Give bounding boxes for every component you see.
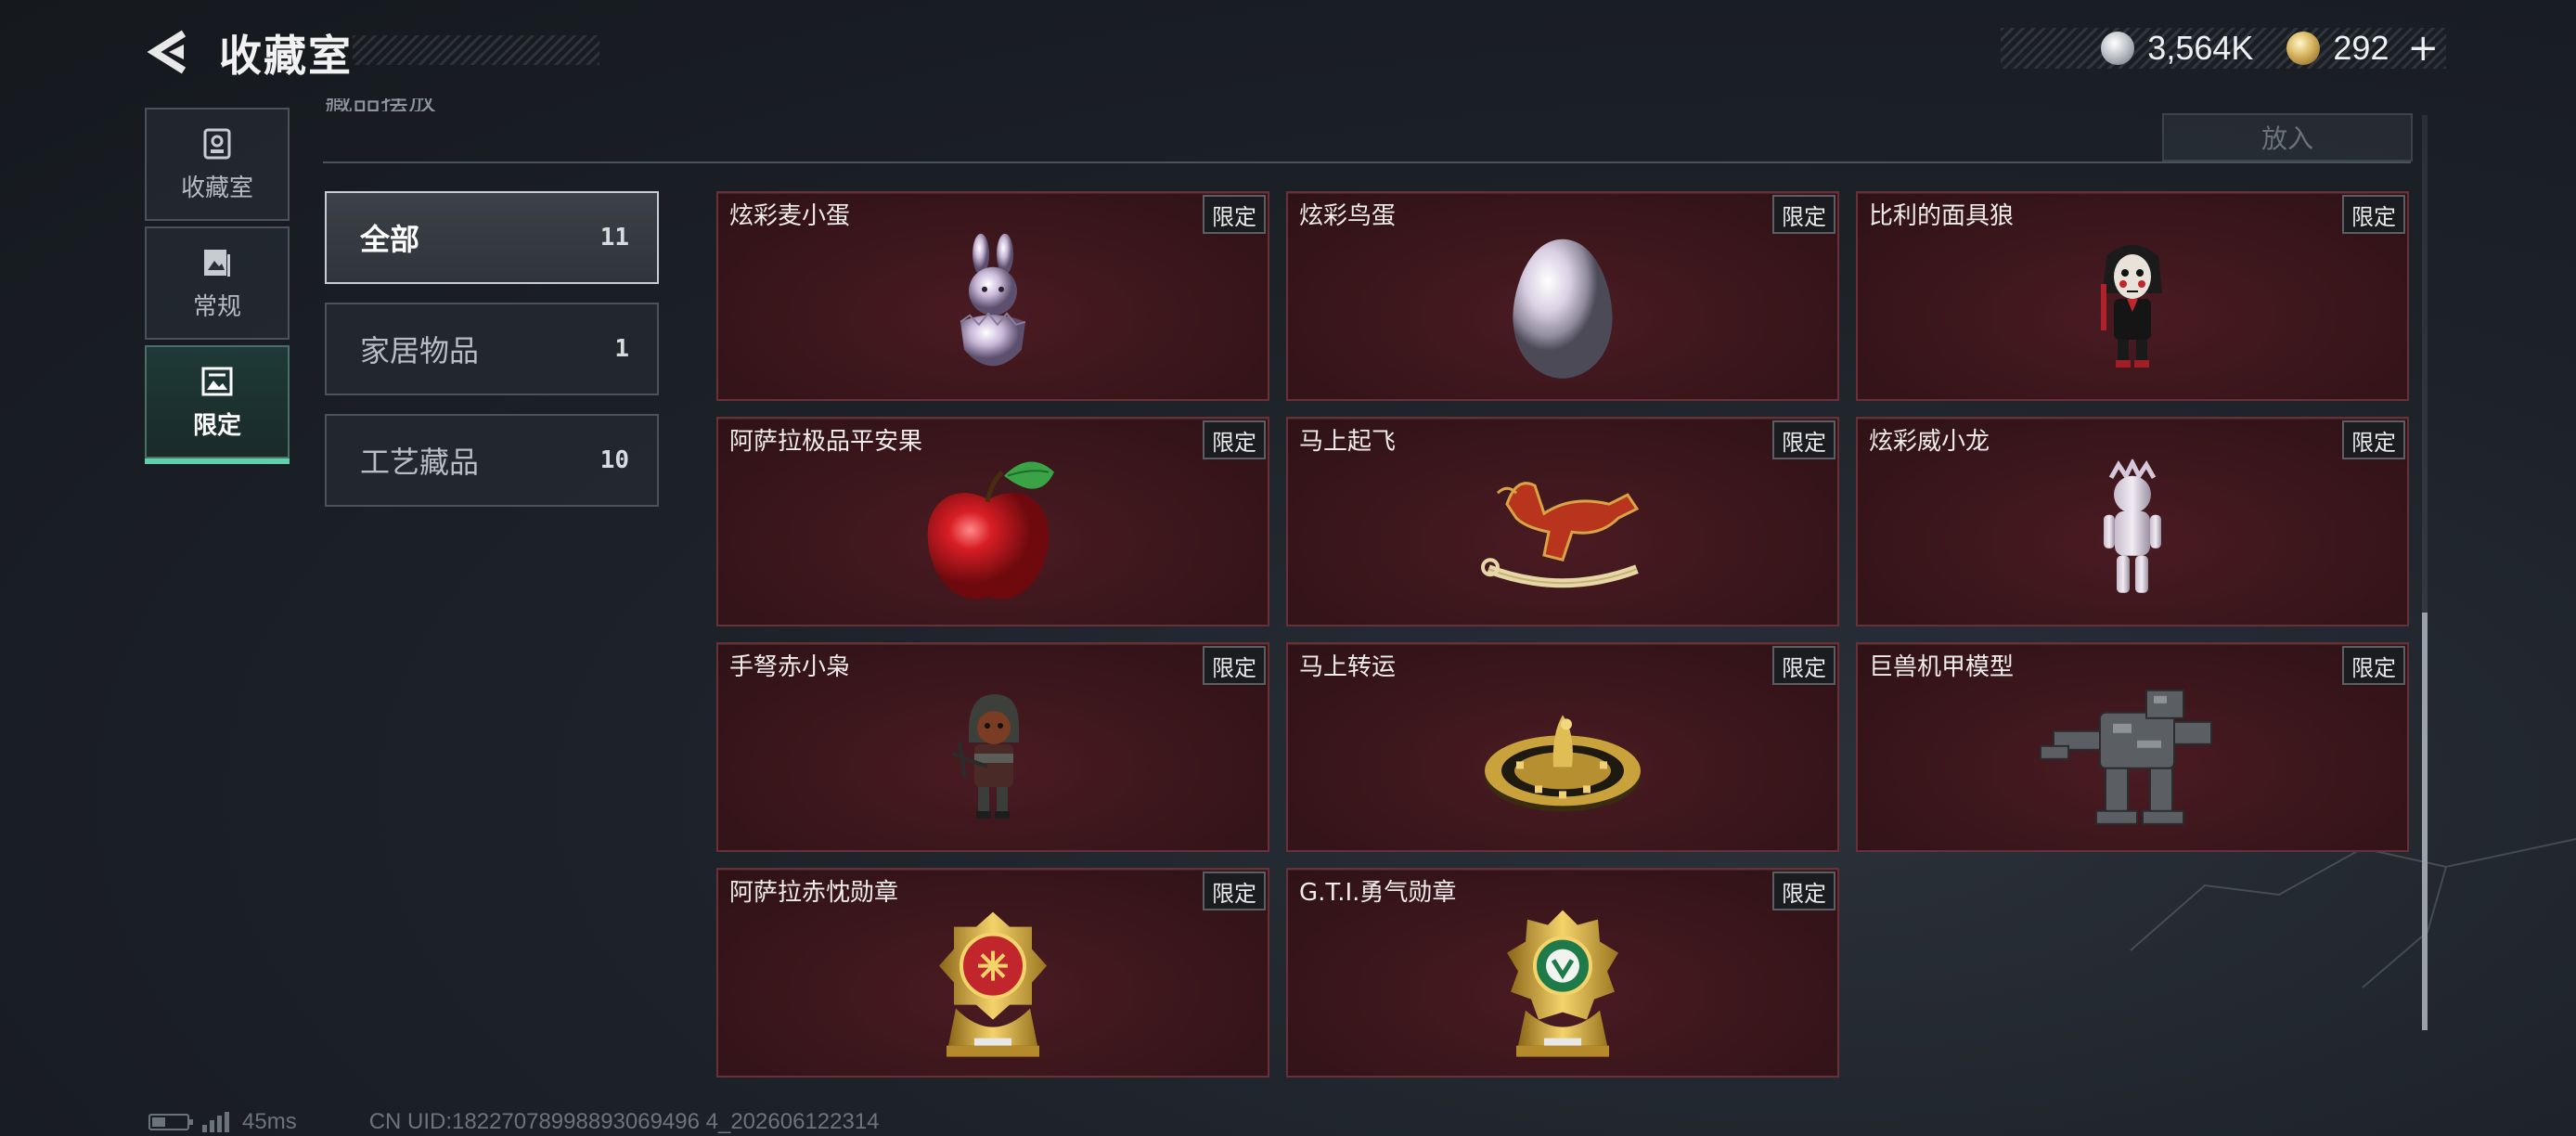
pearl-egg-icon	[1513, 239, 1613, 379]
ping-value: 45ms	[242, 1109, 297, 1134]
category-count: 1	[614, 335, 629, 363]
limited-tag: 限定	[1772, 871, 1835, 910]
item-name: 巨兽机甲模型	[1869, 653, 2015, 681]
item-card[interactable]: 炫彩鸟蛋 限定	[1286, 191, 1839, 401]
item-name: 比利的面具狼	[1869, 202, 2015, 230]
page-title: 收藏室	[219, 31, 353, 81]
nav-item-label: 限定	[192, 411, 241, 440]
category-name: 全部	[360, 222, 420, 257]
rabbit-egg-icon	[960, 233, 1026, 367]
item-name: 炫彩威小龙	[1869, 428, 1990, 456]
item-grid: 炫彩麦小蛋 限定 炫彩鸟蛋 限定 比利的面具狼 限定 阿萨拉极品平安果 限定 马…	[716, 191, 2411, 1078]
limited-picture-icon	[201, 367, 233, 395]
scrollbar-thumb[interactable]	[2422, 613, 2428, 1030]
golden-fortune-disc-icon	[1485, 715, 1641, 812]
category-count: 11	[599, 224, 629, 252]
mech-model-icon	[2040, 689, 2212, 825]
limited-tag: 限定	[1772, 646, 1835, 685]
add-currency-button[interactable]: +	[2407, 27, 2439, 70]
category-crafts[interactable]: 工艺藏品 10	[325, 414, 659, 507]
clipped-section-label: 藏品摆放	[325, 98, 445, 111]
limited-tag: 限定	[1203, 420, 1266, 459]
header-bar: 收藏室 3,564K 292 +	[0, 0, 2576, 102]
item-card[interactable]: 手弩赤小枭 限定	[716, 642, 1269, 852]
green-medal-icon	[1507, 910, 1618, 1057]
status-footer: 45ms CN UID:18227078998893069496 4_20260…	[148, 1108, 880, 1136]
item-card[interactable]: 阿萨拉赤忱勋章 限定	[716, 868, 1269, 1078]
item-name: 马上起飞	[1299, 428, 1397, 456]
uid-text: CN UID:18227078998893069496 4_2026061223…	[368, 1109, 880, 1134]
item-card[interactable]: 炫彩麦小蛋 限定	[716, 191, 1269, 401]
item-name: 炫彩鸟蛋	[1299, 202, 1397, 230]
display-case-icon	[203, 128, 231, 159]
item-name: 手弩赤小枭	[729, 653, 851, 681]
limited-tag: 限定	[1203, 195, 1266, 234]
item-card[interactable]: 马上起飞 限定	[1286, 417, 1839, 626]
nav-item-collection-room[interactable]: 收藏室	[145, 108, 290, 221]
content-divider	[323, 161, 2411, 163]
category-name: 家居物品	[360, 333, 480, 368]
limited-tag: 限定	[1772, 420, 1835, 459]
item-name: 阿萨拉极品平安果	[729, 428, 923, 456]
limited-tag: 限定	[2342, 646, 2405, 685]
limited-tag: 限定	[1203, 646, 1266, 685]
item-card[interactable]: 巨兽机甲模型 限定	[1856, 642, 2409, 852]
title-hatch-decoration	[353, 35, 599, 65]
silver-currency-value: 3,564K	[2147, 29, 2254, 67]
category-all[interactable]: 全部 11	[325, 191, 659, 284]
category-household[interactable]: 家居物品 1	[325, 303, 659, 395]
item-name: 炫彩麦小蛋	[729, 202, 851, 230]
back-arrow-icon[interactable]	[147, 28, 191, 76]
item-card[interactable]: 马上转运 限定	[1286, 642, 1839, 852]
category-list: 全部 11 家居物品 1 工艺藏品 10	[325, 191, 659, 525]
nav-item-label: 常规	[192, 292, 241, 321]
nav-item-regular[interactable]: 常规	[145, 226, 290, 340]
silver-coin-icon	[2101, 32, 2135, 65]
gold-coin-icon	[2286, 32, 2321, 65]
dragon-figurine-icon	[2104, 458, 2161, 593]
nav-item-limited[interactable]: 限定	[145, 345, 290, 464]
gold-currency-value: 292	[2333, 29, 2389, 67]
item-name: 马上转运	[1299, 653, 1397, 681]
category-name: 工艺藏品	[360, 445, 480, 480]
item-card[interactable]: 比利的面具狼 限定	[1856, 191, 2409, 401]
put-in-button[interactable]: 放入	[2162, 113, 2413, 161]
currency-bar: 3,564K 292 +	[2001, 27, 2446, 70]
side-navigation: 收藏室 常规 限定	[145, 108, 291, 464]
limited-tag: 限定	[1772, 195, 1835, 234]
signal-icon	[202, 1112, 229, 1132]
item-name: G.T.I.勇气勋章	[1299, 879, 1457, 907]
category-count: 10	[599, 446, 629, 474]
limited-tag: 限定	[2342, 420, 2405, 459]
masked-puppet-icon	[2101, 245, 2162, 368]
limited-tag: 限定	[1203, 871, 1266, 910]
battery-icon	[148, 1114, 193, 1130]
nav-item-label: 收藏室	[180, 174, 253, 202]
rocking-horse-icon	[1481, 482, 1640, 588]
item-card[interactable]: G.T.I.勇气勋章 限定	[1286, 868, 1839, 1078]
red-apple-icon	[927, 461, 1054, 600]
red-medal-icon	[939, 911, 1047, 1057]
item-card[interactable]: 炫彩威小龙 限定	[1856, 417, 2409, 626]
picture-frame-icon	[204, 249, 230, 277]
hooded-crossbow-figure-icon	[951, 694, 1019, 819]
limited-tag: 限定	[2342, 195, 2405, 234]
item-card[interactable]: 阿萨拉极品平安果 限定	[716, 417, 1269, 626]
item-name: 阿萨拉赤忱勋章	[729, 879, 899, 907]
